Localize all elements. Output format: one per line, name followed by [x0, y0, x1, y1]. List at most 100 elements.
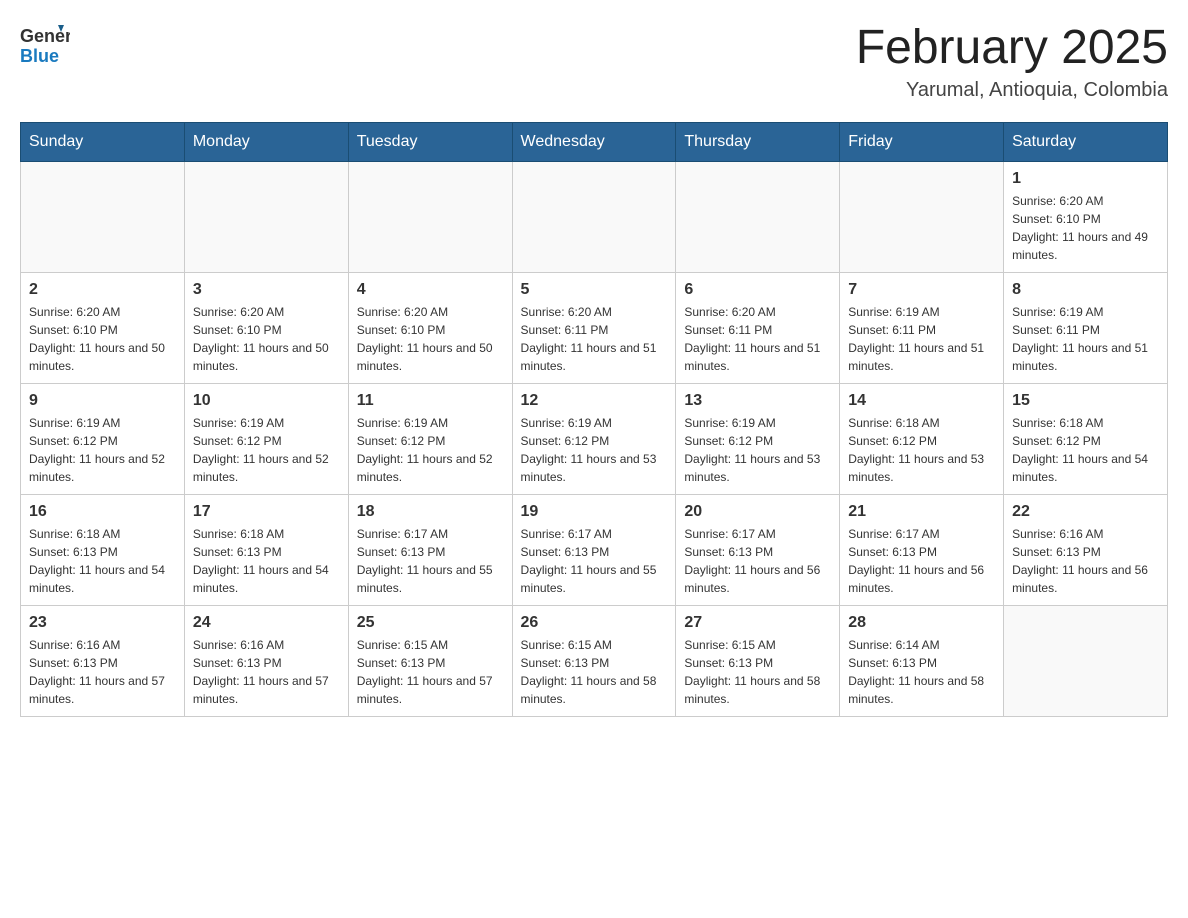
- sunrise-text: Sunrise: 6:20 AM: [684, 303, 831, 321]
- sunset-text: Sunset: 6:13 PM: [29, 654, 176, 672]
- day-number: 4: [357, 281, 504, 299]
- day-cell-w1-d5: [676, 162, 840, 273]
- day-info: Sunrise: 6:19 AMSunset: 6:11 PMDaylight:…: [848, 303, 995, 375]
- daylight-text: Daylight: 11 hours and 57 minutes.: [357, 672, 504, 708]
- sunset-text: Sunset: 6:13 PM: [193, 543, 340, 561]
- day-number: 23: [29, 614, 176, 632]
- sunrise-text: Sunrise: 6:16 AM: [193, 636, 340, 654]
- daylight-text: Daylight: 11 hours and 50 minutes.: [357, 339, 504, 375]
- sunset-text: Sunset: 6:13 PM: [521, 654, 668, 672]
- sunrise-text: Sunrise: 6:20 AM: [193, 303, 340, 321]
- day-cell-w2-d6: 7 Sunrise: 6:19 AMSunset: 6:11 PMDaylight…: [840, 273, 1004, 384]
- sunrise-text: Sunrise: 6:18 AM: [1012, 414, 1159, 432]
- sunset-text: Sunset: 6:10 PM: [193, 321, 340, 339]
- col-monday: Monday: [184, 123, 348, 162]
- sunrise-text: Sunrise: 6:17 AM: [684, 525, 831, 543]
- day-info: Sunrise: 6:17 AMSunset: 6:13 PMDaylight:…: [684, 525, 831, 597]
- day-number: 3: [193, 281, 340, 299]
- calendar-body: 1Sunrise: 6:20 AMSunset: 6:10 PMDaylight…: [21, 162, 1168, 717]
- sunset-text: Sunset: 6:13 PM: [848, 654, 995, 672]
- sunrise-text: Sunrise: 6:17 AM: [357, 525, 504, 543]
- daylight-text: Daylight: 11 hours and 55 minutes.: [521, 561, 668, 597]
- day-info: Sunrise: 6:20 AMSunset: 6:10 PMDaylight:…: [357, 303, 504, 375]
- month-title: February 2025: [856, 20, 1168, 75]
- svg-text:Blue: Blue: [20, 46, 59, 66]
- daylight-text: Daylight: 11 hours and 51 minutes.: [848, 339, 995, 375]
- daylight-text: Daylight: 11 hours and 53 minutes.: [848, 450, 995, 486]
- col-sunday: Sunday: [21, 123, 185, 162]
- day-number: 13: [684, 392, 831, 410]
- sunrise-text: Sunrise: 6:19 AM: [848, 303, 995, 321]
- day-cell-w3-d6: 14Sunrise: 6:18 AMSunset: 6:12 PMDayligh…: [840, 384, 1004, 495]
- day-number: 25: [357, 614, 504, 632]
- day-info: Sunrise: 6:14 AMSunset: 6:13 PMDaylight:…: [848, 636, 995, 708]
- week-row-1: 1Sunrise: 6:20 AMSunset: 6:10 PMDaylight…: [21, 162, 1168, 273]
- day-cell-w3-d3: 11Sunrise: 6:19 AMSunset: 6:12 PMDayligh…: [348, 384, 512, 495]
- day-cell-w4-d5: 20Sunrise: 6:17 AMSunset: 6:13 PMDayligh…: [676, 495, 840, 606]
- daylight-text: Daylight: 11 hours and 53 minutes.: [684, 450, 831, 486]
- day-number: 17: [193, 503, 340, 521]
- day-info: Sunrise: 6:20 AMSunset: 6:11 PMDaylight:…: [521, 303, 668, 375]
- sunset-text: Sunset: 6:13 PM: [848, 543, 995, 561]
- sunrise-text: Sunrise: 6:15 AM: [684, 636, 831, 654]
- daylight-text: Daylight: 11 hours and 52 minutes.: [193, 450, 340, 486]
- col-saturday: Saturday: [1004, 123, 1168, 162]
- week-row-2: 2Sunrise: 6:20 AMSunset: 6:10 PMDaylight…: [21, 273, 1168, 384]
- day-info: Sunrise: 6:19 AMSunset: 6:12 PMDaylight:…: [357, 414, 504, 486]
- day-info: Sunrise: 6:16 AMSunset: 6:13 PMDaylight:…: [29, 636, 176, 708]
- sunset-text: Sunset: 6:12 PM: [684, 432, 831, 450]
- day-cell-w2-d4: 5 Sunrise: 6:20 AMSunset: 6:11 PMDaylight…: [512, 273, 676, 384]
- day-info: Sunrise: 6:20 AMSunset: 6:10 PMDaylight:…: [1012, 192, 1159, 264]
- daylight-text: Daylight: 11 hours and 49 minutes.: [1012, 228, 1159, 264]
- day-cell-w3-d5: 13 Sunrise: 6:19 AMSunset: 6:12 PMDayligh…: [676, 384, 840, 495]
- day-number: 5: [521, 281, 668, 299]
- day-cell-w2-d2: 3Sunrise: 6:20 AMSunset: 6:10 PMDaylight…: [184, 273, 348, 384]
- sunset-text: Sunset: 6:12 PM: [29, 432, 176, 450]
- col-thursday: Thursday: [676, 123, 840, 162]
- sunrise-text: Sunrise: 6:14 AM: [848, 636, 995, 654]
- day-number: 18: [357, 503, 504, 521]
- day-number: 8: [1012, 281, 1159, 299]
- day-info: Sunrise: 6:19 AMSunset: 6:12 PMDaylight:…: [684, 414, 831, 486]
- sunset-text: Sunset: 6:10 PM: [357, 321, 504, 339]
- sunrise-text: Sunrise: 6:16 AM: [29, 636, 176, 654]
- day-cell-w2-d3: 4 Sunrise: 6:20 AMSunset: 6:10 PMDaylight…: [348, 273, 512, 384]
- week-row-3: 9Sunrise: 6:19 AMSunset: 6:12 PMDaylight…: [21, 384, 1168, 495]
- sunset-text: Sunset: 6:12 PM: [848, 432, 995, 450]
- day-info: Sunrise: 6:15 AMSunset: 6:13 PMDaylight:…: [357, 636, 504, 708]
- location-title: Yarumal, Antioquia, Colombia: [856, 79, 1168, 102]
- day-info: Sunrise: 6:18 AMSunset: 6:13 PMDaylight:…: [29, 525, 176, 597]
- daylight-text: Daylight: 11 hours and 57 minutes.: [193, 672, 340, 708]
- sunrise-text: Sunrise: 6:16 AM: [1012, 525, 1159, 543]
- sunset-text: Sunset: 6:11 PM: [684, 321, 831, 339]
- sunset-text: Sunset: 6:13 PM: [357, 543, 504, 561]
- daylight-text: Daylight: 11 hours and 50 minutes.: [29, 339, 176, 375]
- sunset-text: Sunset: 6:12 PM: [521, 432, 668, 450]
- sunrise-text: Sunrise: 6:15 AM: [357, 636, 504, 654]
- daylight-text: Daylight: 11 hours and 54 minutes.: [1012, 450, 1159, 486]
- sunrise-text: Sunrise: 6:15 AM: [521, 636, 668, 654]
- day-cell-w5-d6: 28Sunrise: 6:14 AMSunset: 6:13 PMDayligh…: [840, 606, 1004, 717]
- daylight-text: Daylight: 11 hours and 58 minutes.: [684, 672, 831, 708]
- day-info: Sunrise: 6:18 AMSunset: 6:13 PMDaylight:…: [193, 525, 340, 597]
- title-section: February 2025 Yarumal, Antioquia, Colomb…: [856, 20, 1168, 102]
- day-cell-w2-d7: 8Sunrise: 6:19 AMSunset: 6:11 PMDaylight…: [1004, 273, 1168, 384]
- day-info: Sunrise: 6:16 AMSunset: 6:13 PMDaylight:…: [193, 636, 340, 708]
- daylight-text: Daylight: 11 hours and 58 minutes.: [848, 672, 995, 708]
- day-number: 27: [684, 614, 831, 632]
- daylight-text: Daylight: 11 hours and 51 minutes.: [1012, 339, 1159, 375]
- day-number: 26: [521, 614, 668, 632]
- day-cell-w4-d7: 22Sunrise: 6:16 AMSunset: 6:13 PMDayligh…: [1004, 495, 1168, 606]
- day-info: Sunrise: 6:19 AMSunset: 6:12 PMDaylight:…: [521, 414, 668, 486]
- day-number: 12: [521, 392, 668, 410]
- day-cell-w1-d2: [184, 162, 348, 273]
- sunrise-text: Sunrise: 6:20 AM: [357, 303, 504, 321]
- col-wednesday: Wednesday: [512, 123, 676, 162]
- daylight-text: Daylight: 11 hours and 56 minutes.: [684, 561, 831, 597]
- sunset-text: Sunset: 6:13 PM: [684, 654, 831, 672]
- day-info: Sunrise: 6:15 AMSunset: 6:13 PMDaylight:…: [521, 636, 668, 708]
- day-number: 7: [848, 281, 995, 299]
- day-cell-w2-d1: 2Sunrise: 6:20 AMSunset: 6:10 PMDaylight…: [21, 273, 185, 384]
- day-number: 22: [1012, 503, 1159, 521]
- day-cell-w1-d1: [21, 162, 185, 273]
